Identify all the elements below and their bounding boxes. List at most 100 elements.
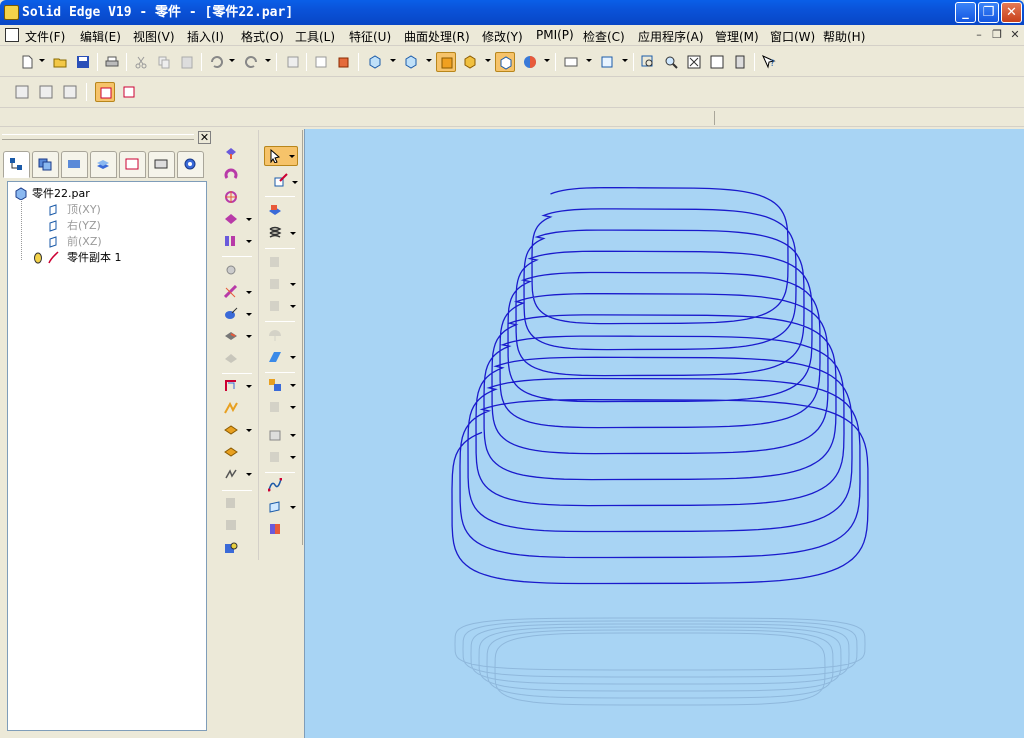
graphics-window[interactable]: [304, 129, 1024, 738]
cutout-button[interactable]: [222, 210, 240, 228]
tab-family-of-parts[interactable]: [32, 151, 59, 178]
draft-button[interactable]: [222, 305, 240, 323]
insert-object-button[interactable]: [283, 52, 303, 72]
pan-button[interactable]: [707, 52, 727, 72]
minimize-button[interactable]: _: [955, 2, 976, 23]
menu-window[interactable]: 窗口(W): [770, 28, 815, 45]
copy-button[interactable]: [154, 52, 174, 72]
mirror-button[interactable]: [222, 377, 240, 395]
trim-button[interactable]: [266, 448, 284, 466]
view-orientation-button[interactable]: [365, 52, 385, 72]
sweep-button[interactable]: [222, 465, 240, 483]
rib-button[interactable]: [222, 327, 240, 345]
menu-insert[interactable]: 插入(I): [187, 28, 224, 45]
hole-button[interactable]: [222, 188, 240, 206]
boolean-button[interactable]: [222, 494, 240, 512]
menu-surfacing[interactable]: 曲面处理(R): [404, 28, 470, 45]
menu-tools[interactable]: 工具(L): [295, 28, 335, 45]
tab-reports[interactable]: [148, 151, 175, 178]
helix-curve[interactable]: [451, 186, 869, 585]
helix-curve-view[interactable]: [305, 129, 1024, 738]
swept-surface-button[interactable]: [266, 348, 284, 366]
menu-edit[interactable]: 编辑(E): [80, 28, 121, 45]
profile-button[interactable]: [272, 171, 290, 189]
select-tool-button[interactable]: [264, 146, 298, 166]
zoom-button[interactable]: [661, 52, 681, 72]
panel-grip[interactable]: [2, 134, 194, 140]
attach-button[interactable]: [222, 538, 240, 556]
shaded-button[interactable]: [436, 52, 456, 72]
sketch-button[interactable]: [12, 82, 32, 102]
tab-feature-pathfinder[interactable]: [3, 151, 30, 178]
named-views-button[interactable]: [597, 52, 617, 72]
menu-view[interactable]: 视图(V): [133, 28, 175, 45]
menu-applications[interactable]: 应用程序(A): [638, 28, 704, 45]
menu-file[interactable]: 文件(F): [25, 28, 65, 45]
offset-surface-button[interactable]: [266, 376, 284, 394]
part-copy-button[interactable]: [222, 516, 240, 534]
paste-button[interactable]: [177, 52, 197, 72]
cut-button[interactable]: [131, 52, 151, 72]
save-button[interactable]: [73, 52, 93, 72]
intersection-button[interactable]: [266, 253, 284, 271]
tab-sensors[interactable]: [119, 151, 146, 178]
doc-restore-button[interactable]: ❐: [990, 28, 1004, 42]
zoom-area-button[interactable]: [638, 52, 658, 72]
copy-surface-button[interactable]: [266, 398, 284, 416]
select-filter-button[interactable]: [95, 82, 115, 102]
close-button[interactable]: ✕: [1001, 2, 1022, 23]
doc-close-button[interactable]: ✕: [1008, 28, 1022, 42]
round-button[interactable]: [222, 261, 240, 279]
menu-features[interactable]: 特征(U): [349, 28, 391, 45]
helix-button[interactable]: [266, 224, 284, 242]
menu-pmi[interactable]: PMI(P): [536, 28, 574, 42]
view-iso-button[interactable]: [401, 52, 421, 72]
open-button[interactable]: [50, 52, 70, 72]
thin-wall-button[interactable]: [222, 232, 240, 250]
menu-help[interactable]: 帮助(H): [823, 28, 865, 45]
restore-button[interactable]: ❐: [978, 2, 999, 23]
undo-button[interactable]: [206, 52, 226, 72]
curve-by-points-button[interactable]: [266, 476, 284, 494]
new-button[interactable]: [17, 52, 37, 72]
coordinate-system-button[interactable]: [266, 202, 284, 220]
lip-button[interactable]: [222, 349, 240, 367]
library-button[interactable]: [60, 82, 80, 102]
menu-manage[interactable]: 管理(M): [715, 28, 759, 45]
doc-minimize-button[interactable]: –: [972, 28, 986, 42]
project-curve-button[interactable]: [266, 275, 284, 293]
thicken-button[interactable]: [222, 421, 240, 439]
menu-inspect[interactable]: 检查(C): [583, 28, 625, 45]
feature-button[interactable]: [36, 82, 56, 102]
plane-button[interactable]: [266, 498, 284, 516]
quick-pick-button[interactable]: [119, 82, 139, 102]
tab-tools[interactable]: [177, 151, 204, 178]
pattern-button[interactable]: [222, 399, 240, 417]
tab-feature-library[interactable]: [61, 151, 88, 178]
blend-button[interactable]: [222, 443, 240, 461]
help-button[interactable]: ?: [759, 52, 779, 72]
bluesurf-button[interactable]: [266, 326, 284, 344]
visible-edges-button[interactable]: [495, 52, 515, 72]
redo-button[interactable]: [242, 52, 262, 72]
fit-button[interactable]: [684, 52, 704, 72]
tab-layers[interactable]: [90, 151, 117, 178]
component-button[interactable]: [334, 52, 354, 72]
rotate-button[interactable]: [730, 52, 750, 72]
split-body-button[interactable]: [266, 520, 284, 538]
revolve-button[interactable]: [222, 166, 240, 184]
print-button[interactable]: [102, 52, 122, 72]
menu-modify[interactable]: 修改(Y): [482, 28, 523, 45]
view-orient-icon: [369, 55, 381, 69]
panel-close-button[interactable]: ✕: [198, 131, 211, 144]
shaded-edges-button[interactable]: [460, 52, 480, 72]
render-button[interactable]: [520, 52, 540, 72]
extrude-button[interactable]: [222, 144, 240, 162]
chamfer-button[interactable]: [222, 283, 240, 301]
properties-button[interactable]: [311, 52, 331, 72]
document-icon[interactable]: [5, 28, 19, 42]
menu-format[interactable]: 格式(O): [241, 28, 284, 45]
derived-curve-button[interactable]: [266, 297, 284, 315]
layers-button[interactable]: [561, 52, 581, 72]
stitch-button[interactable]: [266, 426, 284, 444]
